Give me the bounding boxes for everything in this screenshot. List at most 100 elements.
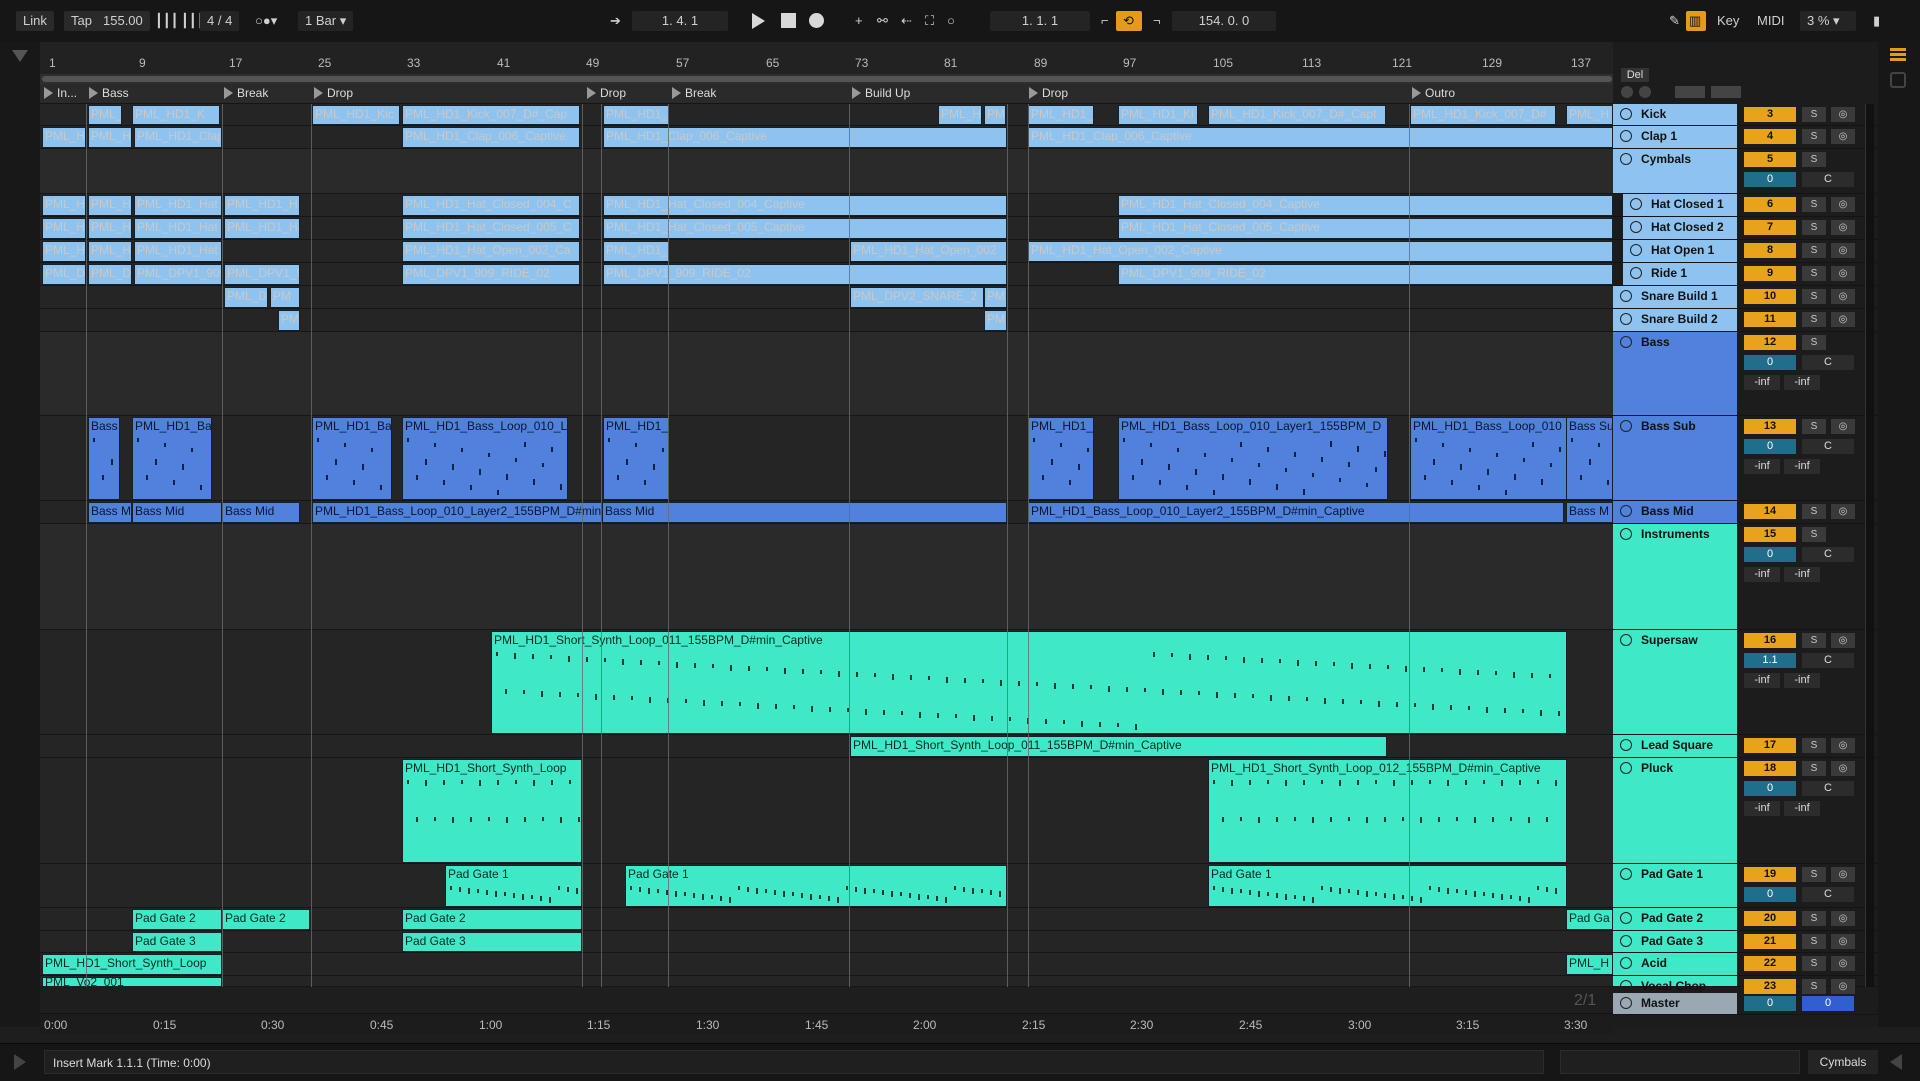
- arm-icon[interactable]: ◎: [1831, 738, 1855, 753]
- volume-field[interactable]: 0: [1744, 355, 1796, 370]
- track-activator[interactable]: 13: [1744, 419, 1796, 434]
- clip[interactable]: PML_HD1_Hat_Closed_004_Captive: [1118, 195, 1613, 216]
- clip[interactable]: PML_D: [88, 264, 132, 285]
- track-name-area[interactable]: Ride 1: [1623, 263, 1737, 285]
- lock-icon[interactable]: [1711, 86, 1741, 98]
- track-fold-icon[interactable]: [1620, 130, 1632, 142]
- info-view-toggle-icon[interactable]: [14, 1054, 26, 1070]
- record-button[interactable]: [809, 13, 824, 28]
- loop-start-field[interactable]: 1. 1. 1: [990, 11, 1090, 31]
- locator-marker[interactable]: Drop: [312, 84, 353, 103]
- bar-ruler[interactable]: 1 9 17 25 33 41 49 57 65 73 81 89 97 105…: [40, 42, 1613, 75]
- clip[interactable]: PML_HD1_Ha: [224, 195, 300, 216]
- solo-button[interactable]: S: [1802, 152, 1826, 167]
- clip[interactable]: PML_HD1_Hat_Open_002: [850, 241, 1007, 262]
- track-activator[interactable]: 11: [1744, 312, 1796, 327]
- track-activator[interactable]: 23: [1744, 979, 1796, 994]
- clip[interactable]: PML_DPV1_9: [224, 264, 300, 285]
- master-pan-field[interactable]: 0: [1802, 996, 1854, 1011]
- clip[interactable]: PML_HD1_: [603, 417, 669, 500]
- track-activator[interactable]: 17: [1744, 738, 1796, 753]
- locator-marker[interactable]: Drop: [1027, 84, 1068, 103]
- clip[interactable]: PML_HD1_Hat_Closed_005_Captive: [1118, 218, 1613, 239]
- track-header[interactable]: Supersaw 16 S ◎ 1.1 C -inf -inf: [1613, 630, 1878, 735]
- clip[interactable]: PML_HD1_Kic: [312, 105, 400, 125]
- track-activator[interactable]: 12: [1744, 335, 1796, 350]
- track-fold-icon[interactable]: [1620, 505, 1632, 517]
- track-fold-icon[interactable]: [1620, 313, 1632, 325]
- track-name-area[interactable]: Lead Square: [1613, 735, 1737, 757]
- solo-button[interactable]: S: [1802, 738, 1826, 753]
- clip[interactable]: PML_HD1_Short_Synth_Loop_011_155BPM_D#mi…: [850, 736, 1387, 757]
- clip[interactable]: PML_HD1_Short_Synth_Loop: [42, 954, 222, 975]
- track-header[interactable]: Cymbals 5 S 0 C: [1613, 149, 1878, 194]
- clip[interactable]: Pad Gate 3: [132, 932, 222, 952]
- pan-field[interactable]: C: [1802, 547, 1854, 562]
- locator-marker[interactable]: In...: [42, 84, 77, 103]
- track-fold-icon[interactable]: [1620, 868, 1632, 880]
- track-name-area[interactable]: Bass Sub: [1613, 416, 1737, 500]
- time-signature-field[interactable]: 4 / 4: [200, 11, 240, 31]
- clip[interactable]: PML_HD1_Kick_007_D#: [1410, 105, 1556, 125]
- clip[interactable]: PML_H: [88, 127, 132, 148]
- clip[interactable]: PML_HD1_Kick_007_D#_Cap: [402, 105, 580, 125]
- track-header[interactable]: Clap 1 4 S ◎: [1613, 126, 1878, 149]
- clip[interactable]: PML_Vo2_001: [42, 977, 222, 987]
- midi-map-button[interactable]: MIDI: [1750, 11, 1791, 31]
- fold-icon[interactable]: [1621, 86, 1633, 98]
- clip[interactable]: Bass Su: [1566, 417, 1613, 500]
- track-name-area[interactable]: Bass: [1613, 332, 1737, 415]
- track-activator[interactable]: 14: [1744, 504, 1796, 519]
- track-header[interactable]: Vocal Chop 23 S ◎: [1613, 976, 1878, 994]
- clip[interactable]: PM: [278, 310, 300, 331]
- solo-button[interactable]: S: [1802, 633, 1826, 648]
- arm-icon[interactable]: ◎: [1831, 979, 1855, 994]
- song-position-field[interactable]: 1. 4. 1: [632, 11, 728, 31]
- track-header[interactable]: Bass 12 S 0 C -inf -inf: [1613, 332, 1878, 416]
- track-name-area[interactable]: Clap 1: [1613, 126, 1737, 148]
- computer-keyboard-icon[interactable]: ▥: [1686, 11, 1706, 31]
- clip[interactable]: PML_HD1_Hat_Closed_004_C: [402, 195, 580, 216]
- clip[interactable]: PML_HD1_: [603, 105, 669, 125]
- metronome-toggle-icon[interactable]: ○●▾: [248, 11, 284, 31]
- clip[interactable]: PML_HD1_Hat: [134, 218, 222, 239]
- solo-button[interactable]: S: [1802, 911, 1826, 926]
- locator-marker[interactable]: Drop: [585, 84, 626, 103]
- solo-button[interactable]: S: [1802, 761, 1826, 776]
- clip[interactable]: PML_HD1_Clap_006_Captive: [603, 127, 1007, 148]
- solo-button[interactable]: S: [1802, 867, 1826, 882]
- arm-icon[interactable]: ◎: [1831, 312, 1855, 327]
- group-fold-icon[interactable]: [1620, 528, 1632, 540]
- track-name-area[interactable]: Snare Build 1: [1613, 286, 1737, 308]
- track-activator[interactable]: 15: [1744, 527, 1796, 542]
- arm-icon[interactable]: ◎: [1831, 266, 1855, 281]
- locator-marker[interactable]: Break: [222, 84, 268, 103]
- clip[interactable]: PML_HD1_K: [132, 105, 220, 125]
- clip[interactable]: PML_DPV1_909_RIDE_02: [1118, 264, 1613, 285]
- clip[interactable]: PML_H: [88, 195, 132, 216]
- arm-icon[interactable]: ◎: [1831, 243, 1855, 258]
- delete-button[interactable]: Del: [1621, 68, 1649, 82]
- back-to-arrangement-icon[interactable]: ⇠: [894, 11, 919, 31]
- track-activator[interactable]: 19: [1744, 867, 1796, 882]
- solo-button[interactable]: S: [1802, 979, 1826, 994]
- track-name-area[interactable]: Supersaw: [1613, 630, 1737, 734]
- track-name-area[interactable]: Hat Open 1: [1623, 240, 1737, 262]
- solo-button[interactable]: S: [1802, 197, 1826, 212]
- arm-icon[interactable]: ◎: [1831, 867, 1855, 882]
- pan-field[interactable]: C: [1802, 355, 1854, 370]
- clip[interactable]: PML_HD1_Short_Synth_Loop: [402, 759, 582, 863]
- arm-icon[interactable]: ◎: [1831, 289, 1855, 304]
- tempo-field[interactable]: 155.00: [96, 11, 150, 31]
- track-header[interactable]: Pad Gate 1 19 S ◎ 0 C: [1613, 864, 1878, 908]
- automation-arm-icon[interactable]: ⚯: [870, 11, 895, 31]
- detail-view-toggle-icon[interactable]: [1890, 1054, 1902, 1070]
- view-icon[interactable]: [1890, 72, 1906, 88]
- track-activator[interactable]: 20: [1744, 911, 1796, 926]
- solo-button[interactable]: S: [1802, 266, 1826, 281]
- clip[interactable]: PML_HD1_Ba: [312, 417, 392, 500]
- clip[interactable]: PML_HD1_Bass_Loop_010_Layer2_155BPM_D#mi…: [1028, 502, 1564, 523]
- clip[interactable]: Bass Mid: [602, 502, 1007, 523]
- clip[interactable]: Pad Gate 2: [222, 909, 310, 930]
- clip[interactable]: PML_H: [42, 195, 86, 216]
